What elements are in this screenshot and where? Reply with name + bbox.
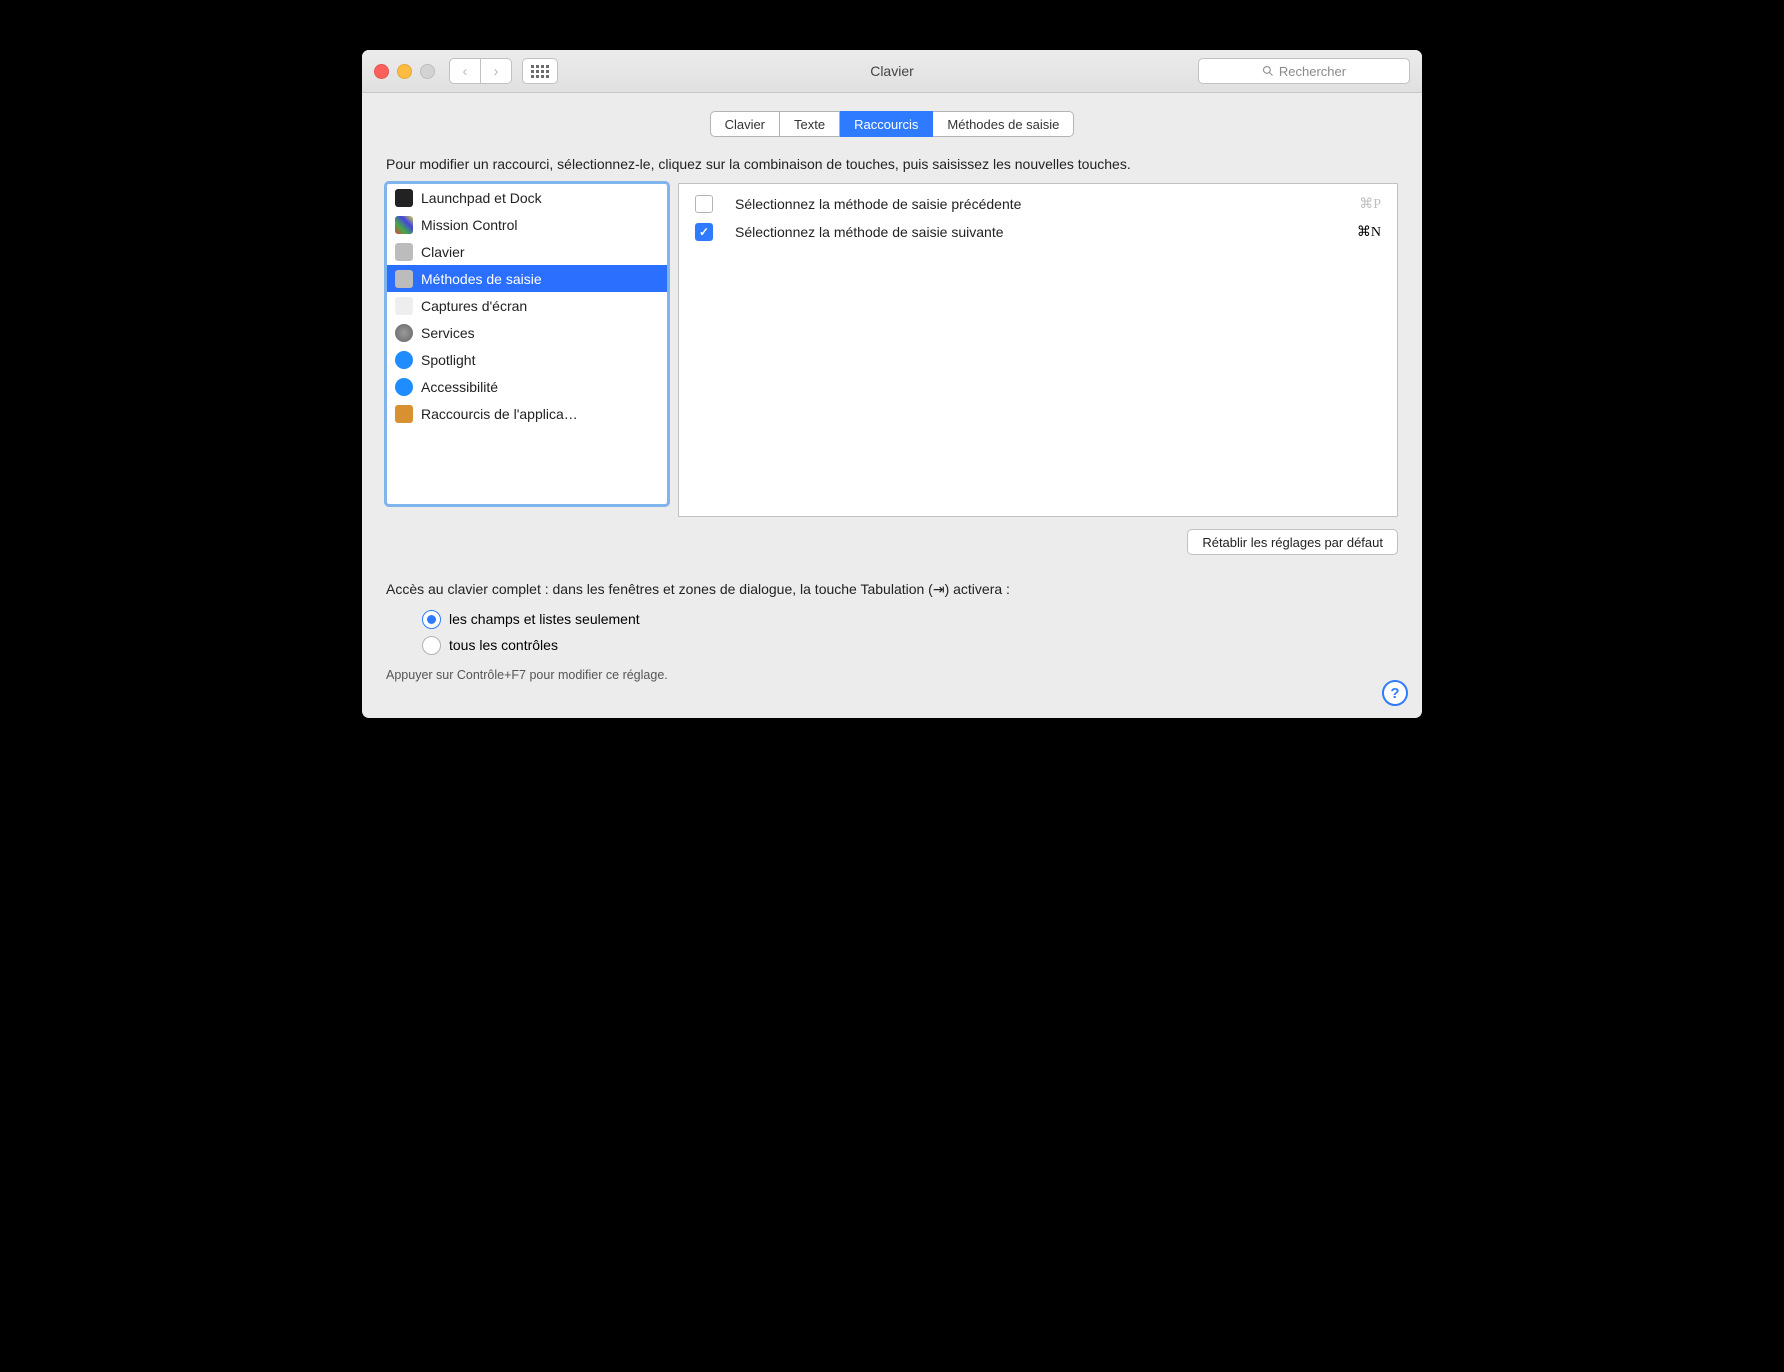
tab-methodes[interactable]: Méthodes de saisie <box>933 111 1074 137</box>
tab-raccourcis[interactable]: Raccourcis <box>840 111 933 137</box>
category-item[interactable]: Accessibilité <box>387 373 667 400</box>
category-label: Méthodes de saisie <box>421 271 542 287</box>
search-field[interactable]: Rechercher <box>1198 58 1410 84</box>
search-icon <box>1262 65 1274 77</box>
button-label: Rétablir les réglages par défaut <box>1202 535 1383 550</box>
radio-option[interactable]: les champs et listes seulement <box>422 606 1398 632</box>
screenshots-icon <box>395 297 413 315</box>
minimize-window-button[interactable] <box>397 64 412 79</box>
category-item[interactable]: Launchpad et Dock <box>387 184 667 211</box>
category-label: Captures d'écran <box>421 298 527 314</box>
restore-defaults-button[interactable]: Rétablir les réglages par défaut <box>1187 529 1398 555</box>
spotlight-icon <box>395 351 413 369</box>
category-label: Spotlight <box>421 352 475 368</box>
category-item[interactable]: Clavier <box>387 238 667 265</box>
category-label: Launchpad et Dock <box>421 190 542 206</box>
category-list[interactable]: Launchpad et Dock Mission Control Clavie… <box>386 183 668 505</box>
titlebar: ‹ › Clavier Rechercher <box>362 50 1422 93</box>
chevron-left-icon: ‹ <box>463 63 468 80</box>
full-keyboard-access-radios: les champs et listes seulement tous les … <box>362 598 1422 662</box>
help-icon: ? <box>1390 685 1399 702</box>
tab-label: Texte <box>794 117 825 132</box>
chevron-right-icon: › <box>494 63 499 80</box>
tab-label: Méthodes de saisie <box>947 117 1059 132</box>
zoom-window-button <box>420 64 435 79</box>
input-sources-icon <box>395 270 413 288</box>
category-label: Accessibilité <box>421 379 498 395</box>
category-label: Raccourcis de l'applica… <box>421 406 578 422</box>
category-item[interactable]: Services <box>387 319 667 346</box>
category-label: Mission Control <box>421 217 517 233</box>
radio-label: les champs et listes seulement <box>449 611 640 627</box>
shortcut-label: Sélectionnez la méthode de saisie précéd… <box>735 196 1359 212</box>
full-keyboard-access-hint: Appuyer sur Contrôle+F7 pour modifier ce… <box>362 662 1422 682</box>
radio-option[interactable]: tous les contrôles <box>422 632 1398 658</box>
window-controls <box>374 64 435 79</box>
window-title: Clavier <box>870 63 914 79</box>
shortcut-list: Sélectionnez la méthode de saisie précéd… <box>678 183 1398 517</box>
shortcut-row[interactable]: Sélectionnez la méthode de saisie suivan… <box>679 218 1397 246</box>
radio-button[interactable] <box>422 636 441 655</box>
search-placeholder: Rechercher <box>1279 64 1346 79</box>
shortcut-key[interactable]: ⌘N <box>1357 224 1381 241</box>
back-button[interactable]: ‹ <box>449 58 481 84</box>
launchpad-icon <box>395 189 413 207</box>
category-item[interactable]: Méthodes de saisie <box>387 265 667 292</box>
show-all-button[interactable] <box>522 58 558 84</box>
category-item[interactable]: Spotlight <box>387 346 667 373</box>
tab-label: Raccourcis <box>854 117 918 132</box>
category-label: Services <box>421 325 475 341</box>
category-item[interactable]: Raccourcis de l'applica… <box>387 400 667 427</box>
help-button[interactable]: ? <box>1382 680 1408 706</box>
grid-icon <box>531 65 549 78</box>
shortcut-checkbox[interactable] <box>695 223 713 241</box>
shortcut-checkbox[interactable] <box>695 195 713 213</box>
tab-label: Clavier <box>725 117 765 132</box>
tab-texte[interactable]: Texte <box>780 111 840 137</box>
shortcut-key[interactable]: ⌘P <box>1359 196 1381 213</box>
category-item[interactable]: Captures d'écran <box>387 292 667 319</box>
accessibility-icon <box>395 378 413 396</box>
close-window-button[interactable] <box>374 64 389 79</box>
radio-label: tous les contrôles <box>449 637 558 653</box>
preferences-window: ‹ › Clavier Rechercher Clavier Texte Rac… <box>362 50 1422 718</box>
shortcut-label: Sélectionnez la méthode de saisie suivan… <box>735 224 1357 240</box>
services-icon <box>395 324 413 342</box>
tab-clavier[interactable]: Clavier <box>710 111 780 137</box>
app-shortcuts-icon <box>395 405 413 423</box>
content: Clavier Texte Raccourcis Méthodes de sai… <box>362 93 1422 700</box>
shortcut-row[interactable]: Sélectionnez la méthode de saisie précéd… <box>679 190 1397 218</box>
forward-button[interactable]: › <box>481 58 512 84</box>
tab-bar: Clavier Texte Raccourcis Méthodes de sai… <box>362 111 1422 137</box>
keyboard-icon <box>395 243 413 261</box>
full-keyboard-access-text: Accès au clavier complet : dans les fenê… <box>362 581 1422 598</box>
category-label: Clavier <box>421 244 465 260</box>
instruction-text: Pour modifier un raccourci, sélectionnez… <box>362 155 1422 183</box>
category-item[interactable]: Mission Control <box>387 211 667 238</box>
radio-button[interactable] <box>422 610 441 629</box>
nav-buttons: ‹ › <box>449 58 512 84</box>
mission-control-icon <box>395 216 413 234</box>
